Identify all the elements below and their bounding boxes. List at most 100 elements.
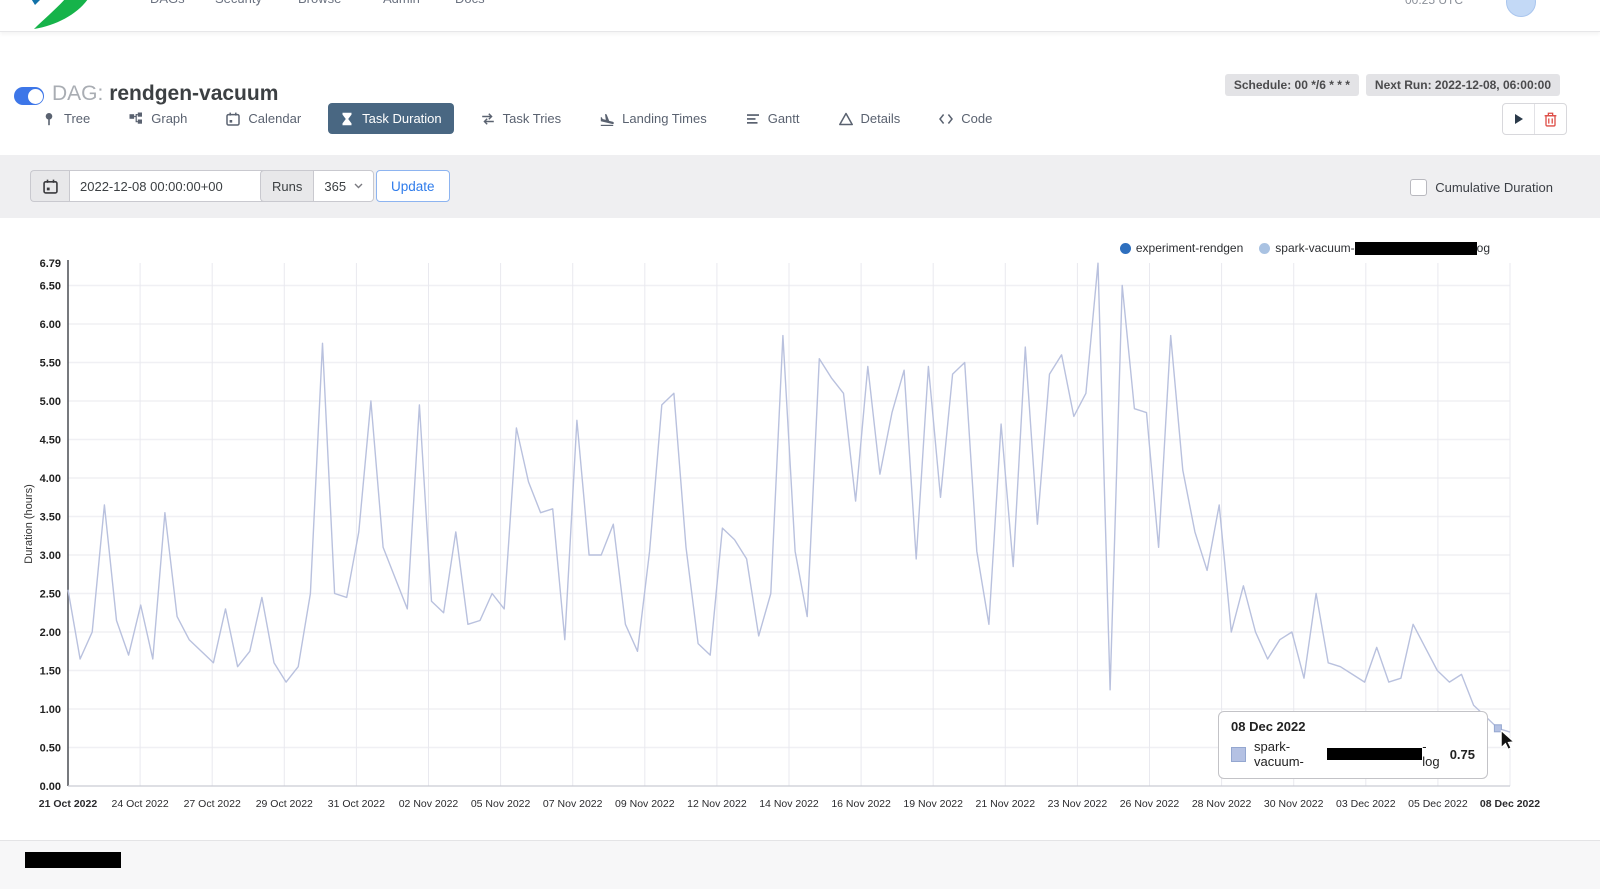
tab-tree[interactable]: Tree bbox=[30, 103, 102, 134]
trigger-dag-button[interactable] bbox=[1503, 104, 1534, 134]
trash-icon bbox=[1544, 112, 1557, 127]
tab-label: Code bbox=[961, 111, 992, 126]
svg-text:14 Nov 2022: 14 Nov 2022 bbox=[759, 798, 819, 810]
svg-text:3.00: 3.00 bbox=[40, 550, 61, 562]
tab-gantt[interactable]: Gantt bbox=[734, 103, 812, 134]
nav-item-docs[interactable]: Docs bbox=[455, 0, 485, 6]
dag-name: rendgen-vacuum bbox=[109, 82, 278, 105]
top-nav: 00:25 UTC DAGsSecurityBrowseAdminDocs bbox=[0, 0, 1600, 32]
cumulative-duration-label: Cumulative Duration bbox=[1435, 180, 1553, 195]
update-button[interactable]: Update bbox=[376, 170, 450, 202]
tab-label: Graph bbox=[151, 111, 187, 126]
tab-label: Landing Times bbox=[622, 111, 707, 126]
schedule-badge: Schedule: 00 */6 * * * bbox=[1225, 74, 1359, 96]
user-avatar[interactable] bbox=[1506, 0, 1536, 17]
plane-landing-icon bbox=[600, 112, 614, 126]
svg-text:5.00: 5.00 bbox=[40, 396, 61, 408]
base-date-group bbox=[30, 170, 269, 202]
svg-text:21 Nov 2022: 21 Nov 2022 bbox=[976, 798, 1036, 810]
svg-text:3.50: 3.50 bbox=[40, 512, 61, 524]
svg-text:0.50: 0.50 bbox=[40, 743, 61, 755]
cumulative-duration-option: Cumulative Duration bbox=[1410, 179, 1553, 196]
svg-text:21 Oct 2022: 21 Oct 2022 bbox=[39, 798, 98, 810]
nav-item-security[interactable]: Security bbox=[215, 0, 262, 6]
tooltip-date: 08 Dec 2022 bbox=[1231, 719, 1475, 734]
svg-text:05 Nov 2022: 05 Nov 2022 bbox=[471, 798, 531, 810]
tab-code[interactable]: Code bbox=[927, 103, 1004, 134]
svg-text:4.50: 4.50 bbox=[40, 435, 61, 447]
tab-label: Tree bbox=[64, 111, 90, 126]
svg-text:30 Nov 2022: 30 Nov 2022 bbox=[1264, 798, 1324, 810]
dag-actions bbox=[1502, 103, 1567, 135]
svg-text:03 Dec 2022: 03 Dec 2022 bbox=[1336, 798, 1396, 810]
tab-task-tries[interactable]: Task Tries bbox=[469, 103, 574, 134]
graph-icon bbox=[129, 112, 143, 126]
runs-select[interactable]: 365 bbox=[313, 170, 374, 202]
dag-label: DAG: bbox=[52, 82, 103, 105]
nav-item-dags[interactable]: DAGs bbox=[150, 0, 185, 6]
svg-text:0.00: 0.00 bbox=[40, 781, 61, 793]
airflow-logo-icon[interactable] bbox=[24, 0, 116, 31]
chart-tooltip: 08 Dec 2022 spark-vacuum--log 0.75 bbox=[1218, 711, 1488, 779]
svg-text:2.50: 2.50 bbox=[40, 589, 61, 601]
mouse-cursor-icon bbox=[1500, 730, 1515, 750]
retry-arrows-icon bbox=[481, 112, 495, 126]
tab-calendar[interactable]: Calendar bbox=[214, 103, 313, 134]
hourglass-icon bbox=[340, 112, 354, 126]
runs-label: Runs bbox=[260, 170, 313, 202]
chevron-down-icon bbox=[354, 183, 363, 189]
tooltip-swatch bbox=[1231, 747, 1246, 762]
tab-landing-times[interactable]: Landing Times bbox=[588, 103, 719, 134]
svg-text:28 Nov 2022: 28 Nov 2022 bbox=[1192, 798, 1252, 810]
tab-label: Details bbox=[861, 111, 901, 126]
svg-text:5.50: 5.50 bbox=[40, 358, 61, 370]
svg-text:23 Nov 2022: 23 Nov 2022 bbox=[1048, 798, 1108, 810]
date-picker-button[interactable] bbox=[30, 170, 69, 202]
runs-value: 365 bbox=[324, 179, 346, 194]
svg-text:31 Oct 2022: 31 Oct 2022 bbox=[328, 798, 385, 810]
calendar-icon bbox=[226, 112, 240, 126]
tab-label: Calendar bbox=[248, 111, 301, 126]
svg-text:4.00: 4.00 bbox=[40, 473, 61, 485]
next-run-badge: Next Run: 2022-12-08, 06:00:00 bbox=[1366, 74, 1560, 96]
gantt-bars-icon bbox=[746, 112, 760, 126]
tree-pin-icon bbox=[42, 112, 56, 126]
delete-dag-button[interactable] bbox=[1534, 104, 1566, 134]
svg-text:05 Dec 2022: 05 Dec 2022 bbox=[1408, 798, 1468, 810]
task-duration-chart-panel: experiment-rendgenspark-vacuum-og 6.796.… bbox=[0, 218, 1600, 840]
tab-label: Task Tries bbox=[503, 111, 562, 126]
tab-task-duration[interactable]: Task Duration bbox=[328, 103, 453, 134]
svg-text:09 Nov 2022: 09 Nov 2022 bbox=[615, 798, 675, 810]
runs-group: Runs 365 bbox=[260, 170, 374, 202]
svg-text:07 Nov 2022: 07 Nov 2022 bbox=[543, 798, 603, 810]
code-brackets-icon bbox=[939, 112, 953, 126]
tab-graph[interactable]: Graph bbox=[117, 103, 199, 134]
filter-bar: Runs 365 Update Cumulative Duration bbox=[0, 155, 1600, 218]
cumulative-duration-checkbox[interactable] bbox=[1410, 179, 1427, 196]
warning-triangle-icon bbox=[839, 112, 853, 126]
svg-text:1.00: 1.00 bbox=[40, 704, 61, 716]
tab-details[interactable]: Details bbox=[827, 103, 913, 134]
svg-text:6.50: 6.50 bbox=[40, 281, 61, 293]
svg-text:12 Nov 2022: 12 Nov 2022 bbox=[687, 798, 747, 810]
redacted-footer-text bbox=[25, 852, 121, 868]
svg-text:02 Nov 2022: 02 Nov 2022 bbox=[399, 798, 459, 810]
schedule-badges: Schedule: 00 */6 * * * Next Run: 2022-12… bbox=[1225, 74, 1560, 96]
calendar-icon bbox=[43, 179, 58, 194]
page-footer bbox=[0, 840, 1600, 889]
nav-item-admin[interactable]: Admin bbox=[383, 0, 420, 6]
redacted-text bbox=[1327, 748, 1422, 760]
view-tabs: Tree Graph Calendar Task Duration Task Tries… bbox=[30, 103, 1004, 134]
play-icon bbox=[1514, 113, 1524, 125]
svg-text:6.00: 6.00 bbox=[40, 319, 61, 331]
svg-text:16 Nov 2022: 16 Nov 2022 bbox=[831, 798, 891, 810]
tab-label: Task Duration bbox=[362, 111, 441, 126]
tooltip-series-row: spark-vacuum--log 0.75 bbox=[1231, 739, 1475, 769]
tooltip-series-prefix: spark-vacuum- bbox=[1254, 739, 1327, 769]
nav-item-browse[interactable]: Browse bbox=[298, 0, 341, 6]
base-date-input[interactable] bbox=[69, 170, 269, 202]
tab-label: Gantt bbox=[768, 111, 800, 126]
svg-text:24 Oct 2022: 24 Oct 2022 bbox=[111, 798, 168, 810]
svg-text:2.00: 2.00 bbox=[40, 627, 61, 639]
dag-header: DAG: rendgen-vacuum Schedule: 00 */6 * *… bbox=[0, 31, 1600, 101]
